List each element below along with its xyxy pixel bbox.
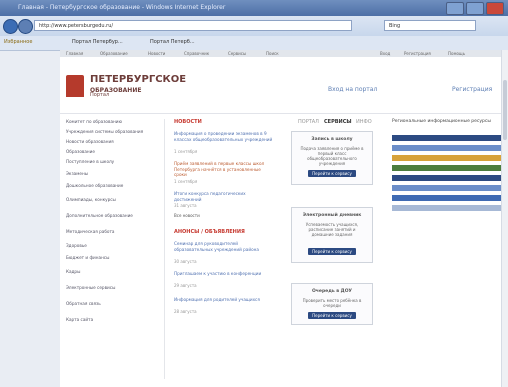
sidebar-item[interactable]: Электронные сервисы xyxy=(66,285,160,290)
sidebar-item[interactable]: Карта сайта xyxy=(66,317,160,322)
minimize-button[interactable] xyxy=(446,2,464,15)
scrollbar-thumb[interactable] xyxy=(503,80,507,140)
maximize-button[interactable] xyxy=(466,2,484,15)
sidebar-item[interactable]: Дошкольное образование xyxy=(66,183,160,188)
site-top-menu: Главная Образование Новости Справочник С… xyxy=(60,50,508,57)
service-box-text: Успеваемость учащихся, расписание заняти… xyxy=(305,222,359,237)
service-box-text: Проверить место ребёнка в очереди xyxy=(302,298,362,308)
announcement-date: 28 августа xyxy=(174,309,197,314)
window-title: Главная - Петербургское образование - Wi… xyxy=(18,4,226,11)
site-name[interactable]: ПЕТЕРБУРГСКОЕ xyxy=(90,74,186,85)
login-link[interactable]: Вход на портал xyxy=(328,86,377,93)
close-button[interactable] xyxy=(486,2,504,15)
service-box-title: Электронный дневник xyxy=(302,213,362,218)
sidebar-item[interactable]: Олимпиады, конкурсы xyxy=(66,197,160,202)
top-link[interactable]: Вход xyxy=(380,51,390,56)
news-date: 1 сентября xyxy=(174,149,198,154)
resource-banner[interactable] xyxy=(392,135,502,141)
register-link[interactable]: Регистрация xyxy=(452,86,492,93)
sidebar-item[interactable]: Поступление в школу xyxy=(66,159,160,164)
page-content: ПЕТЕРБУРГСКОЕ ОБРАЗОВАНИЕ Портал Вход на… xyxy=(60,57,508,387)
service-box-text: Подача заявления о приёме в первый класс… xyxy=(300,146,364,166)
service-box: Очередь в ДОУ Проверить место ребёнка в … xyxy=(291,283,373,325)
top-menu-item[interactable]: Новости xyxy=(148,51,165,56)
sidebar-item[interactable]: Новости образования xyxy=(66,139,160,144)
top-menu-item[interactable]: Поиск xyxy=(266,51,279,56)
service-box: Запись в школу Подача заявления о приёме… xyxy=(291,131,373,185)
tab-services[interactable]: СЕРВИСЫ xyxy=(324,119,352,125)
news-item[interactable]: Итоги конкурса педагогических достижений xyxy=(174,191,274,202)
top-menu-item[interactable]: Образование xyxy=(100,51,128,56)
sidebar-item[interactable]: Учреждения системы образования xyxy=(66,129,160,134)
forward-icon[interactable] xyxy=(18,19,33,34)
sidebar-item[interactable]: Кадры xyxy=(66,269,160,274)
back-icon[interactable] xyxy=(3,19,18,34)
announcement-item[interactable]: Информация для родителей учащихся xyxy=(174,297,274,303)
site-logo[interactable] xyxy=(66,75,84,97)
top-link[interactable]: Помощь xyxy=(448,51,465,56)
favorites-button[interactable]: Избранное xyxy=(4,39,32,45)
news-date: 31 августа xyxy=(174,203,197,208)
sidebar-item[interactable]: Обратная связь xyxy=(66,301,160,306)
favorites-bar: Избранное Портал Петербур... Портал Пете… xyxy=(0,36,508,51)
search-input[interactable]: Bing xyxy=(384,20,476,31)
window-titlebar: Главная - Петербургское образование - Wi… xyxy=(0,0,508,16)
sidebar-item[interactable]: Комитет по образованию xyxy=(66,119,160,124)
service-button[interactable]: Перейти к сервису xyxy=(308,248,356,255)
sidebar-item[interactable]: Экзамены xyxy=(66,171,160,176)
sidebar-item[interactable]: Бюджет и финансы xyxy=(66,255,160,260)
resource-banner[interactable] xyxy=(392,165,502,171)
resource-banner[interactable] xyxy=(392,175,502,181)
top-menu-item[interactable]: Справочник xyxy=(184,51,209,56)
announcement-date: 30 августа xyxy=(174,259,197,264)
resource-banner[interactable] xyxy=(392,155,502,161)
news-item[interactable]: Информация о проведении экзаменов в 9 кл… xyxy=(174,131,274,142)
service-button[interactable]: Перейти к сервису xyxy=(308,312,356,319)
address-bar-row: http://www.petersburgedu.ru/ Bing xyxy=(0,16,508,36)
sidebar-item[interactable]: Дополнительное образование xyxy=(66,213,160,218)
service-box: Электронный дневник Успеваемость учащихс… xyxy=(291,207,373,263)
resource-banner[interactable] xyxy=(392,195,502,201)
service-box-title: Очередь в ДОУ xyxy=(311,289,352,294)
sidebar-item[interactable]: Образование xyxy=(66,149,160,154)
address-input[interactable]: http://www.petersburgedu.ru/ xyxy=(34,20,352,31)
top-menu-item[interactable]: Сервисы xyxy=(228,51,246,56)
favorite-link[interactable]: Портал Петерб... xyxy=(150,39,195,45)
service-box-title: Запись в школу xyxy=(311,137,353,142)
service-button[interactable]: Перейти к сервису xyxy=(308,170,356,177)
news-title[interactable]: НОВОСТИ xyxy=(174,119,202,125)
scrollbar[interactable] xyxy=(501,50,508,387)
announcement-item[interactable]: Приглашаем к участию в конференции xyxy=(174,271,274,277)
tab-info[interactable]: ИНФО xyxy=(356,119,372,125)
resource-banner[interactable] xyxy=(392,205,502,211)
resource-banner[interactable] xyxy=(392,185,502,191)
site-subname: Портал xyxy=(90,92,110,98)
tab-portal[interactable]: ПОРТАЛ xyxy=(298,119,319,125)
resource-banner[interactable] xyxy=(392,145,502,151)
top-link[interactable]: Регистрация xyxy=(404,51,431,56)
announcement-item[interactable]: Семинар для руководителей образовательны… xyxy=(174,241,274,252)
announcement-date: 29 августа xyxy=(174,283,197,288)
all-news-link[interactable]: Все новости xyxy=(174,213,200,218)
news-date: 1 сентября xyxy=(174,179,198,184)
news-item[interactable]: Приём заявлений в первые классы школ Пет… xyxy=(174,161,274,178)
announcements-title[interactable]: АНОНСЫ / ОБЪЯВЛЕНИЯ xyxy=(174,229,245,235)
sidebar-item[interactable]: Здоровье xyxy=(66,243,160,248)
top-menu-item[interactable]: Главная xyxy=(66,51,83,56)
favorite-link[interactable]: Портал Петербур... xyxy=(72,39,123,45)
resources-title: Региональные информационные ресурсы xyxy=(392,119,491,124)
sidebar-item[interactable]: Методическая работа xyxy=(66,229,160,234)
